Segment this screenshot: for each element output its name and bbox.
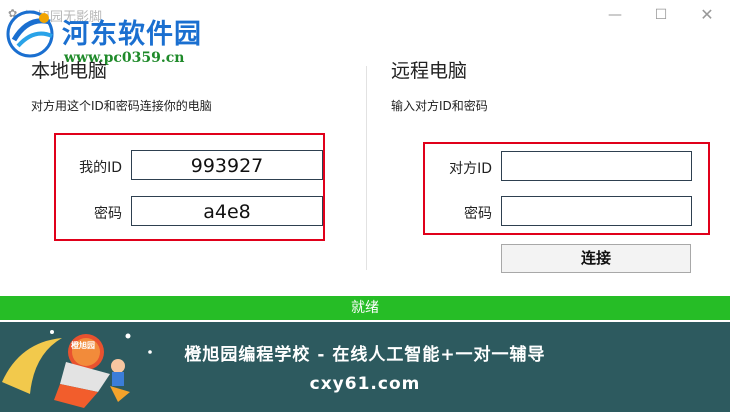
- remote-password-input[interactable]: [501, 196, 692, 226]
- banner-url[interactable]: cxy61.com: [0, 374, 730, 394]
- remote-password-label: 密码: [464, 206, 492, 222]
- app-window: ✿ 橙旭园无影脚 — ☐ ✕ 河东软件园 www.pc0359.cn 本地电脑 …: [0, 0, 730, 412]
- local-description: 对方用这个ID和密码连接你的电脑: [31, 99, 212, 113]
- ad-banner[interactable]: 橙旭园 橙旭园编程学校 - 在线人工智能+一对一辅导 cxy61.com: [0, 322, 730, 412]
- watermark-name: 河东软件园: [62, 19, 202, 50]
- banner-headline: 橙旭园编程学校 - 在线人工智能+一对一辅导: [184, 345, 546, 365]
- remote-id-input[interactable]: [501, 151, 692, 181]
- minimize-button[interactable]: —: [592, 0, 638, 30]
- my-id-label: 我的ID: [79, 160, 122, 176]
- status-bar: 就绪: [0, 296, 730, 320]
- rocket-moon-illustration-icon: [2, 330, 152, 408]
- remote-description: 输入对方ID和密码: [391, 99, 488, 113]
- local-heading: 本地电脑: [31, 60, 108, 82]
- close-button[interactable]: ✕: [684, 0, 730, 30]
- my-password-label: 密码: [94, 206, 122, 222]
- my-id-field: 993927: [131, 150, 323, 180]
- watermark-logo-icon: [6, 10, 54, 58]
- my-password-field: a4e8: [131, 196, 323, 226]
- maximize-button[interactable]: ☐: [638, 0, 684, 30]
- connect-button[interactable]: 连接: [501, 244, 691, 273]
- remote-heading: 远程电脑: [391, 60, 468, 82]
- remote-id-label: 对方ID: [449, 161, 492, 177]
- panel-divider: [366, 66, 367, 270]
